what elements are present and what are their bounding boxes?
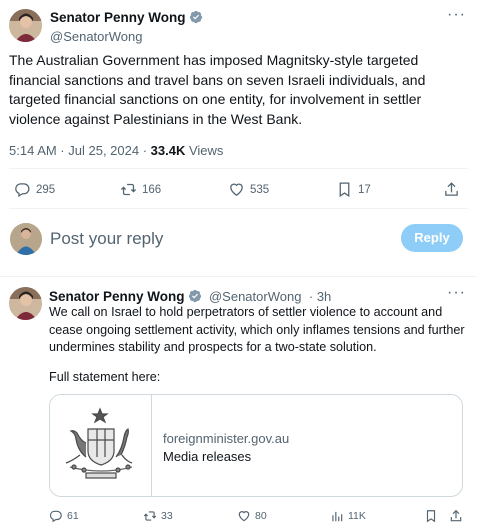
analytics-icon (332, 511, 343, 522)
heart-icon (230, 183, 243, 196)
retweet-count: 33 (161, 510, 173, 522)
statement-label: Full statement here: (49, 370, 161, 384)
reply-icon (15, 183, 30, 198)
current-user-avatar[interactable] (10, 223, 42, 255)
verified-badge-icon (189, 10, 202, 24)
retweet-count: 166 (142, 183, 162, 196)
divider (0, 276, 477, 277)
share-action-button[interactable] (443, 181, 465, 198)
avatar[interactable] (9, 9, 42, 42)
avatar-image (9, 9, 42, 42)
current-user-avatar-image (10, 223, 42, 255)
retweet-action-button[interactable]: 166 (120, 181, 161, 198)
tweet-timestamp[interactable]: · 3h (309, 289, 331, 304)
retweet-icon (120, 183, 137, 196)
avatar[interactable] (9, 287, 42, 320)
more-options-icon[interactable]: ··· (447, 6, 466, 24)
share-action-button[interactable] (449, 509, 467, 523)
verified-badge-icon (188, 289, 201, 303)
divider (9, 208, 468, 209)
reply-action-button[interactable]: 61 (49, 509, 79, 523)
avatar-image (9, 287, 42, 320)
tweet-text: The Australian Government has imposed Ma… (9, 52, 426, 127)
card-domain: foreignminister.gov.au (163, 431, 290, 446)
reply-count: 61 (67, 510, 79, 522)
share-icon (445, 182, 458, 196)
retweet-icon (143, 511, 157, 521)
bookmark-icon (339, 182, 350, 198)
tweet-timestamp[interactable]: 5:14 AM · Jul 25, 2024 · (9, 143, 151, 158)
bookmark-action-button[interactable] (424, 509, 442, 523)
views-count: 11K (348, 510, 366, 522)
reply-icon (49, 510, 62, 523)
like-action-button[interactable]: 80 (237, 509, 267, 523)
bookmark-count: 17 (358, 183, 371, 196)
divider (9, 168, 468, 169)
author-handle[interactable]: @SenatorWong (209, 289, 301, 304)
author-info: Senator Penny Wong @SenatorWong (50, 9, 203, 44)
author-name[interactable]: Senator Penny Wong (50, 10, 186, 25)
like-count: 80 (255, 510, 267, 522)
retweet-action-button[interactable]: 33 (143, 509, 173, 523)
views-count: 33.4K (150, 143, 186, 158)
coat-of-arms-image (50, 395, 152, 496)
tweet-metadata: 5:14 AM · Jul 25, 2024 · 33.4K Views (9, 143, 223, 158)
share-icon (450, 509, 462, 522)
reply-tweet-text: We call on Israel to hold perpetrators o… (49, 305, 465, 354)
views-label: Views (185, 143, 224, 158)
author-name[interactable]: Senator Penny Wong (49, 289, 185, 304)
like-action-button[interactable]: 535 (228, 181, 269, 198)
reply-input[interactable]: Post your reply (50, 229, 163, 249)
bookmark-action-button[interactable]: 17 (336, 181, 371, 198)
coat-of-arms-icon (65, 407, 133, 479)
views-action-button[interactable]: 11K (330, 509, 366, 523)
heart-icon (238, 511, 250, 522)
bookmark-icon (426, 510, 436, 523)
reply-button[interactable]: Reply (401, 224, 463, 252)
card-title: Media releases (163, 449, 252, 464)
like-count: 535 (250, 183, 270, 196)
reply-count: 295 (36, 183, 56, 196)
more-options-icon[interactable]: ··· (447, 284, 466, 302)
author-handle[interactable]: @SenatorWong (50, 29, 203, 44)
link-preview-card[interactable]: foreignminister.gov.au Media releases (49, 394, 463, 497)
reply-action-button[interactable]: 295 (14, 181, 55, 198)
